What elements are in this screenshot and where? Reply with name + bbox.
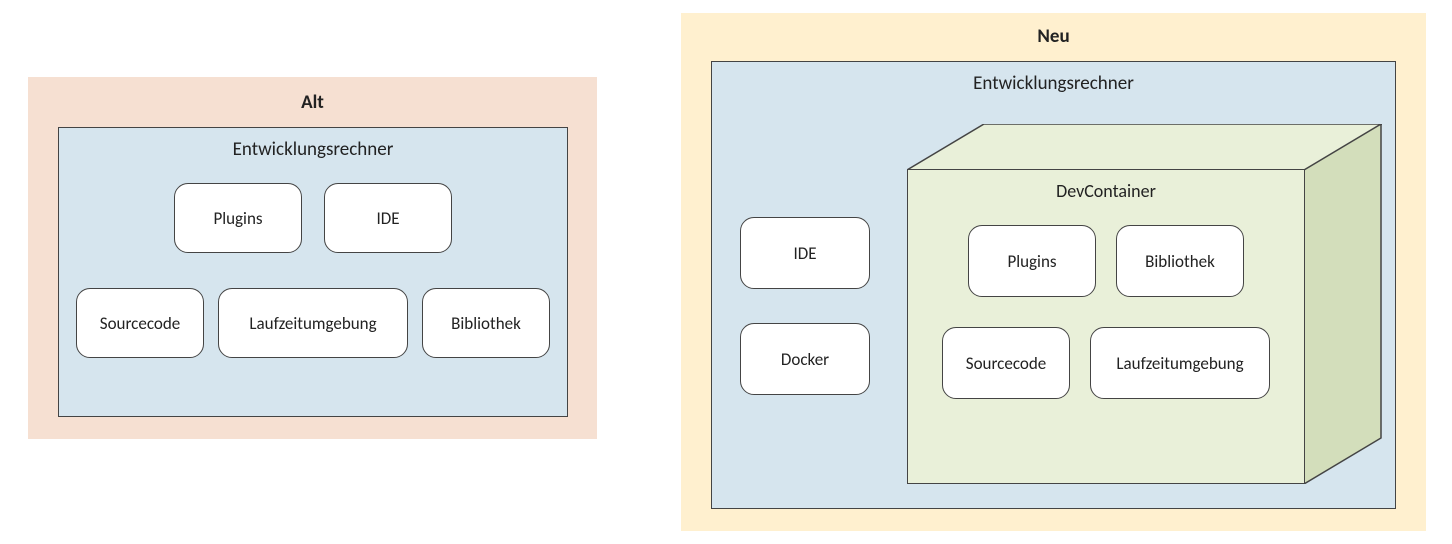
devcontainer-cuboid: DevContainer Plugins Bibliothek Sourceco… [907,124,1382,494]
devcontainer-row-2: Sourcecode Laufzeitumgebung [942,327,1270,399]
neu-left-column: IDE Docker [740,217,870,395]
box-plugins: Plugins [968,225,1096,297]
alt-machine-title: Entwicklungsrechner [59,128,567,161]
alt-machine: Entwicklungsrechner Plugins IDE Sourceco… [58,127,568,417]
devcontainer-grid: Plugins Bibliothek Sourcecode Laufzeitum… [908,225,1304,399]
box-ide: IDE [324,183,452,253]
box-library: Bibliothek [1116,225,1244,297]
neu-title: Neu [681,13,1426,48]
devcontainer-side-face [1304,124,1382,484]
box-runtime: Laufzeitumgebung [1090,327,1270,399]
box-library: Bibliothek [422,288,550,358]
box-docker: Docker [740,323,870,395]
devcontainer-front-face: DevContainer Plugins Bibliothek Sourceco… [907,169,1305,484]
box-plugins: Plugins [174,183,302,253]
devcontainer-title: DevContainer [908,170,1304,202]
alt-title: Alt [28,77,597,114]
devcontainer-row-1: Plugins Bibliothek [968,225,1244,297]
neu-machine-title: Entwicklungsrechner [712,62,1395,95]
alt-row-2: Sourcecode Laufzeitumgebung Bibliothek [59,288,567,358]
neu-machine: Entwicklungsrechner IDE Docker DevContai… [711,61,1396,509]
box-sourcecode: Sourcecode [76,288,204,358]
box-sourcecode: Sourcecode [942,327,1070,399]
neu-panel: Neu Entwicklungsrechner IDE Docker DevCo… [681,13,1426,531]
box-ide: IDE [740,217,870,289]
box-runtime: Laufzeitumgebung [218,288,408,358]
alt-row-1: Plugins IDE [59,183,567,253]
alt-panel: Alt Entwicklungsrechner Plugins IDE Sour… [28,77,597,439]
